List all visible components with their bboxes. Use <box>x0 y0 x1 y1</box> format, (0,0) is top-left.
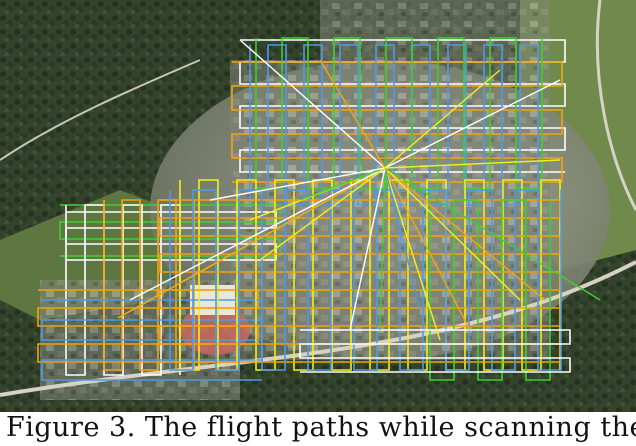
aerial-photo <box>0 0 636 412</box>
figure-caption: Figure 3. The flight paths while scannin… <box>6 412 636 443</box>
flight-path <box>179 179 561 371</box>
